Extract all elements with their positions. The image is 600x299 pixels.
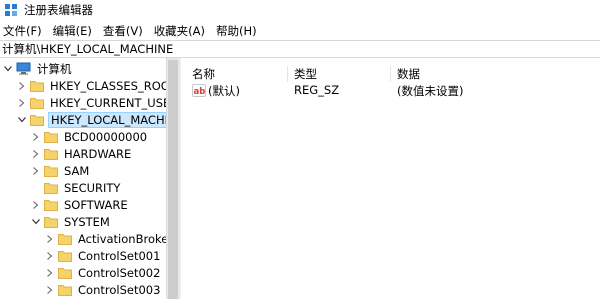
column-header-type[interactable]: 类型 xyxy=(288,66,391,82)
tree-label: SYSTEM xyxy=(64,214,110,229)
tree-label: HKEY_LOCAL_MACHINE xyxy=(48,111,166,128)
tree-node-bcd00000000[interactable]: BCD00000000 xyxy=(30,128,149,145)
tree-label: SECURITY xyxy=(64,180,121,195)
folder-icon xyxy=(58,250,72,262)
tree-node-controlset003[interactable]: ControlSet003 xyxy=(44,281,162,298)
computer-icon xyxy=(16,62,31,75)
folder-open-icon xyxy=(30,114,44,126)
tree-node-hardware[interactable]: HARDWARE xyxy=(30,145,133,162)
chevron-down-icon[interactable] xyxy=(2,60,14,77)
folder-icon xyxy=(58,284,72,296)
tree-node-controlset001[interactable]: ControlSet001 xyxy=(44,247,162,264)
folder-icon xyxy=(44,182,58,194)
tree-label: SOFTWARE xyxy=(64,197,128,212)
tree-label: HKEY_CURRENT_USER xyxy=(50,95,166,110)
value-data: (数值未设置) xyxy=(397,84,464,98)
menu-help[interactable]: 帮助(H) xyxy=(213,23,263,39)
tree-label: HARDWARE xyxy=(64,146,132,161)
values-pane: 名称 类型 数据 ab (默认) REG_SZ (数值未设置) xyxy=(186,58,600,299)
menu-favorites[interactable]: 收藏夹(A) xyxy=(151,23,211,39)
folder-icon xyxy=(30,97,44,109)
value-name-cell: ab (默认) xyxy=(192,83,240,99)
tree-scrollbar-thumb[interactable] xyxy=(168,60,178,299)
folder-icon xyxy=(44,148,58,160)
tree-node-software[interactable]: SOFTWARE xyxy=(30,196,130,213)
chevron-right-icon[interactable] xyxy=(16,77,28,94)
value-type: REG_SZ xyxy=(294,83,340,97)
window-title: 注册表编辑器 xyxy=(24,3,93,17)
folder-icon xyxy=(44,199,58,211)
folder-icon xyxy=(58,267,72,279)
value-name: (默认) xyxy=(208,84,240,98)
chevron-down-icon[interactable] xyxy=(30,213,42,230)
tree-label: ControlSet001 xyxy=(78,248,161,263)
column-header-name[interactable]: 名称 xyxy=(186,66,288,82)
tree-label: 计算机 xyxy=(37,61,72,76)
regedit-app-icon xyxy=(5,4,17,16)
chevron-right-icon[interactable] xyxy=(44,281,56,298)
folder-icon xyxy=(44,131,58,143)
menu-bar: 文件(F) 编辑(E) 查看(V) 收藏夹(A) 帮助(H) xyxy=(0,22,600,40)
tree-node-controlset002[interactable]: ControlSet002 xyxy=(44,264,162,281)
menu-edit[interactable]: 编辑(E) xyxy=(50,23,98,39)
chevron-right-icon[interactable] xyxy=(30,128,42,145)
chevron-right-icon[interactable] xyxy=(30,196,42,213)
tree-pane: 计算机 HKEY_CLASSES_ROOT HKEY_CURRENT_USER … xyxy=(0,58,166,299)
svg-text:ab: ab xyxy=(194,87,206,97)
chevron-right-icon[interactable] xyxy=(16,94,28,111)
chevron-right-icon[interactable] xyxy=(44,264,56,281)
chevron-right-icon[interactable] xyxy=(30,162,42,179)
tree-label: ControlSet002 xyxy=(78,265,161,280)
tree-node-sam[interactable]: SAM xyxy=(30,162,91,179)
tree-node-hkey-current-user[interactable]: HKEY_CURRENT_USER xyxy=(16,94,166,111)
tree-node-computer[interactable]: 计算机 xyxy=(2,60,74,77)
chevron-down-icon[interactable] xyxy=(16,111,28,128)
tree-node-hkey-local-machine[interactable]: HKEY_LOCAL_MACHINE xyxy=(16,111,166,128)
title-bar: 注册表编辑器 xyxy=(0,0,600,20)
tree-label: BCD00000000 xyxy=(64,129,148,144)
chevron-right-icon[interactable] xyxy=(44,247,56,264)
folder-icon xyxy=(30,80,44,92)
address-path: 计算机\HKEY_LOCAL_MACHINE xyxy=(2,42,174,56)
address-bar[interactable]: 计算机\HKEY_LOCAL_MACHINE xyxy=(0,40,600,58)
menu-file[interactable]: 文件(F) xyxy=(0,23,48,39)
string-value-icon: ab xyxy=(192,84,206,97)
folder-open-icon xyxy=(44,216,58,228)
tree-label: SAM xyxy=(64,163,90,178)
tree-node-system[interactable]: SYSTEM xyxy=(30,213,112,230)
table-row[interactable]: ab (默认) REG_SZ (数值未设置) xyxy=(186,82,600,100)
tree-node-security[interactable]: SECURITY xyxy=(30,179,122,196)
tree-label: ActivationBroker xyxy=(78,231,166,246)
tree-node-hkey-classes-root[interactable]: HKEY_CLASSES_ROOT xyxy=(16,77,166,94)
chevron-right-icon[interactable] xyxy=(44,230,56,247)
folder-icon xyxy=(44,165,58,177)
tree-label: ControlSet003 xyxy=(78,282,161,297)
chevron-right-icon[interactable] xyxy=(30,145,42,162)
tree-node-activationbroker[interactable]: ActivationBroker xyxy=(44,230,166,247)
column-header-data[interactable]: 数据 xyxy=(391,66,511,82)
menu-view[interactable]: 查看(V) xyxy=(100,23,149,39)
tree-label: HKEY_CLASSES_ROOT xyxy=(50,78,166,93)
folder-icon xyxy=(58,233,72,245)
